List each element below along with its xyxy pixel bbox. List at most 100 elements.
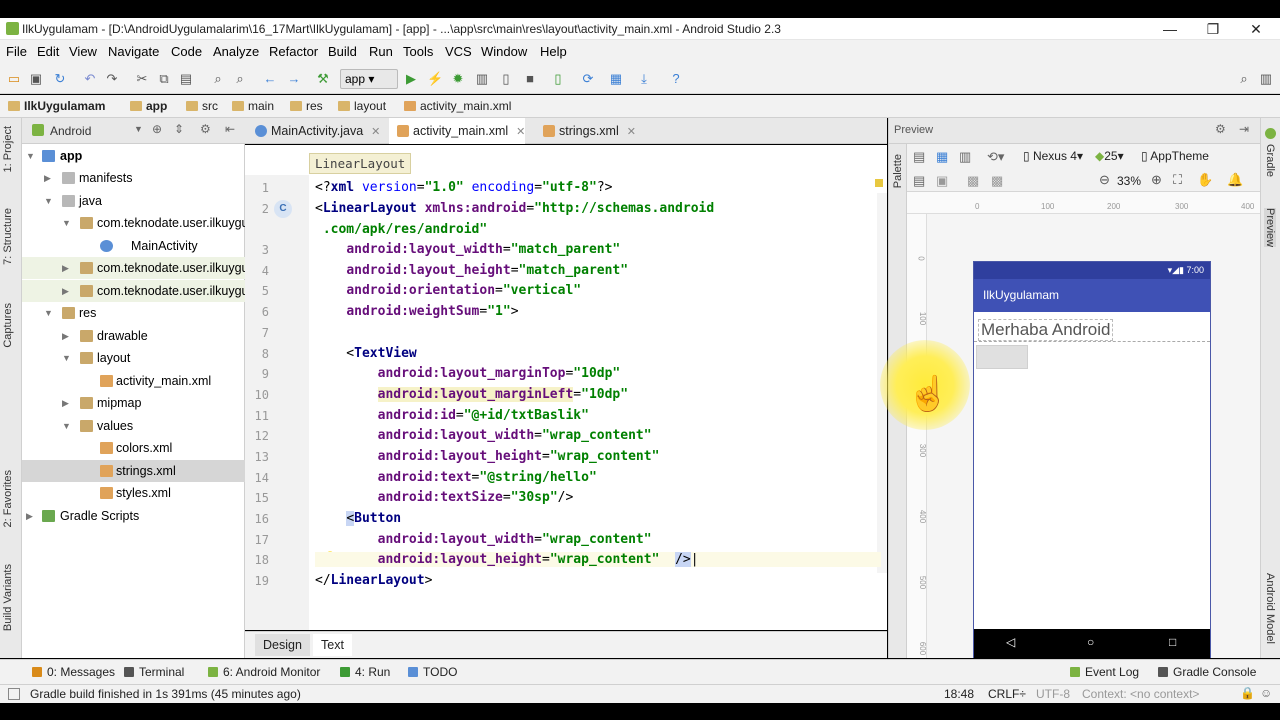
run-tool-button[interactable]: 4: Run: [340, 665, 390, 679]
gradle-console-button[interactable]: Gradle Console: [1158, 665, 1256, 679]
pan-icon[interactable]: ✋: [1197, 172, 1213, 188]
sync-scroll-icon[interactable]: ⊕: [152, 122, 162, 136]
tree-item-package-androidtest[interactable]: ▶com.teknodate.user.ilkuygulamam: [22, 257, 245, 279]
cut-icon[interactable]: ✂: [134, 71, 150, 87]
menu-code[interactable]: Code: [171, 44, 202, 59]
menu-vcs[interactable]: VCS: [445, 44, 472, 59]
hide-panel-icon[interactable]: ⇤: [225, 122, 235, 136]
blueprint-icon[interactable]: ▦: [936, 149, 948, 165]
tree-item-java[interactable]: ▼ java: [22, 190, 245, 212]
tree-item-strings[interactable]: strings.xml: [22, 460, 245, 482]
tree-item-package[interactable]: ▼com.teknodate.user.ilkuygulamam: [22, 212, 245, 234]
copy-icon[interactable]: ⧉: [156, 71, 172, 87]
tree-item-styles[interactable]: styles.xml: [22, 482, 245, 504]
menu-help[interactable]: Help: [540, 44, 567, 59]
theme-select[interactable]: ▯ AppTheme: [1141, 149, 1209, 163]
find-icon[interactable]: ⌕: [210, 71, 226, 87]
gradle-tool-tab[interactable]: Gradle: [1264, 144, 1276, 177]
favorites-tool-tab[interactable]: 2: Favorites: [2, 470, 14, 527]
run-icon[interactable]: ▶: [403, 71, 419, 87]
replace-icon[interactable]: ⌕: [232, 71, 248, 87]
chevron-down-icon[interactable]: ▼: [134, 124, 143, 134]
context-indicator[interactable]: Context: <no context>: [1082, 687, 1199, 701]
project-view-select[interactable]: Android: [50, 124, 91, 138]
help-icon[interactable]: ?: [668, 71, 684, 87]
api-select[interactable]: ◆25▾: [1095, 149, 1124, 163]
caret-position[interactable]: 18:48: [944, 687, 974, 701]
tree-item-activity-main[interactable]: activity_main.xml: [22, 370, 245, 392]
hide-panel-icon[interactable]: ⇥: [1239, 122, 1249, 136]
tab-mainactivity[interactable]: MainActivity.java ✕: [247, 118, 380, 144]
menu-window[interactable]: Window: [481, 44, 527, 59]
menu-edit[interactable]: Edit: [37, 44, 59, 59]
paste-icon[interactable]: ▤: [178, 71, 194, 87]
search-everywhere-icon[interactable]: ⌕: [1236, 71, 1252, 87]
orientation-icon[interactable]: ▥: [959, 149, 971, 165]
refresh-icon[interactable]: ▩: [991, 173, 1003, 189]
palette-tab[interactable]: Palette: [892, 154, 904, 188]
crumb-res[interactable]: res: [290, 99, 323, 113]
open-folder-icon[interactable]: ▭: [6, 71, 22, 87]
stop-icon[interactable]: ■: [522, 71, 538, 87]
tab-text[interactable]: Text: [313, 634, 352, 656]
menu-tools[interactable]: Tools: [403, 44, 433, 59]
warning-icon[interactable]: ▩: [967, 173, 979, 189]
menu-file[interactable]: File: [6, 44, 27, 59]
crumb-main[interactable]: main: [232, 99, 274, 113]
tree-item-manifests[interactable]: ▶ manifests: [22, 167, 245, 189]
close-button[interactable]: ✕: [1236, 19, 1276, 39]
sync-icon[interactable]: ↻: [52, 71, 68, 87]
android-model-tool-tab[interactable]: Android Model: [1264, 573, 1276, 644]
minimize-button[interactable]: —: [1150, 19, 1190, 39]
layout-icon[interactable]: ▤: [913, 149, 925, 165]
zoom-fit-icon[interactable]: ⛶: [1173, 172, 1182, 188]
gear-icon[interactable]: ⚙: [200, 122, 211, 136]
forward-icon[interactable]: →: [286, 71, 302, 87]
zoom-out-icon[interactable]: ⊖: [1099, 172, 1110, 188]
tree-item-gradle-scripts[interactable]: ▶ Gradle Scripts: [22, 505, 245, 527]
terminal-tool-button[interactable]: Terminal: [124, 665, 184, 679]
menu-navigate[interactable]: Navigate: [108, 44, 159, 59]
run-config-select[interactable]: app ▾: [340, 69, 398, 89]
inspector-icon[interactable]: ☺: [1260, 686, 1272, 700]
save-icon[interactable]: ▣: [28, 71, 44, 87]
layout-icon[interactable]: ▥: [1258, 71, 1274, 87]
code-editor[interactable]: LinearLayout C 💡 1 2 3 4 5 6 7 8 9 10 11…: [245, 145, 887, 630]
undo-icon[interactable]: ↶: [82, 71, 98, 87]
crumb-src[interactable]: src: [186, 99, 218, 113]
preview-button[interactable]: [976, 345, 1028, 369]
crumb-project[interactable]: IlkUygulamam: [8, 99, 105, 113]
crumb-layout[interactable]: layout: [338, 99, 386, 113]
zoom-in-icon[interactable]: ⊕: [1151, 172, 1162, 188]
file-encoding[interactable]: UTF-8: [1036, 687, 1070, 701]
hello-textview[interactable]: Merhaba Android: [978, 319, 1114, 341]
crumb-app[interactable]: app: [130, 99, 167, 113]
todo-tool-button[interactable]: TODO: [408, 665, 457, 679]
menu-run[interactable]: Run: [369, 44, 393, 59]
avd-manager-icon[interactable]: ▯: [550, 71, 566, 87]
rotate-icon[interactable]: ⟲▾: [987, 149, 1004, 165]
captures-tool-tab[interactable]: Captures: [2, 303, 14, 348]
tree-item-mainactivity[interactable]: MainActivity: [22, 235, 245, 257]
debug-icon[interactable]: ✹: [450, 71, 466, 87]
preview-tool-tab[interactable]: Preview: [1264, 208, 1276, 248]
status-message[interactable]: Gradle build finished in 1s 391ms (45 mi…: [30, 687, 301, 701]
messages-tool-button[interactable]: 0: Messages: [32, 665, 115, 679]
sdk-manager-icon[interactable]: ⤓: [636, 71, 652, 87]
profile-icon[interactable]: ▥: [474, 71, 490, 87]
attach-debugger-icon[interactable]: ▯: [498, 71, 514, 87]
line-separator[interactable]: CRLF÷: [988, 687, 1026, 701]
back-icon[interactable]: ←: [262, 71, 278, 87]
menu-view[interactable]: View: [69, 44, 97, 59]
tree-item-values[interactable]: ▼ values: [22, 415, 245, 437]
menu-build[interactable]: Build: [328, 44, 357, 59]
build-variants-tool-tab[interactable]: Build Variants: [2, 564, 14, 631]
surface-icon[interactable]: ▤: [913, 173, 925, 189]
tab-design[interactable]: Design: [255, 634, 310, 656]
tree-item-layout[interactable]: ▼ layout: [22, 347, 245, 369]
maximize-button[interactable]: ❐: [1193, 19, 1233, 39]
tree-item-drawable[interactable]: ▶ drawable: [22, 325, 245, 347]
tree-item-app[interactable]: ▼ app: [22, 145, 245, 167]
tree-item-res[interactable]: ▼ res: [22, 302, 245, 324]
menu-analyze[interactable]: Analyze: [213, 44, 259, 59]
